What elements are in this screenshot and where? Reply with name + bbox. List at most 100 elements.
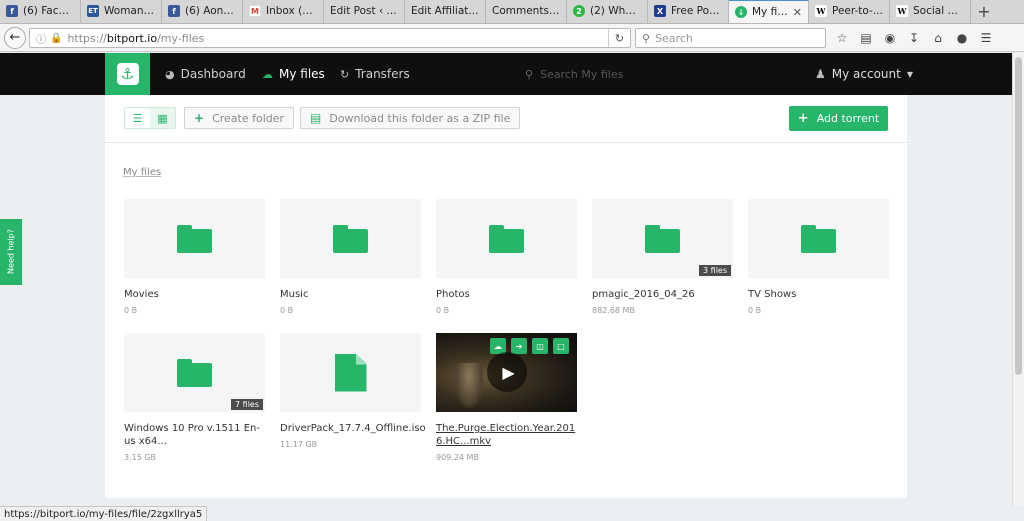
trash-icon[interactable]: ◫: [532, 338, 548, 354]
browser-tab[interactable]: Comments ...: [486, 0, 567, 23]
nav-transfers[interactable]: ↻ Transfers: [340, 53, 410, 95]
folder-icon: [645, 224, 680, 253]
folder-tile[interactable]: TV Shows 0 B: [748, 199, 889, 315]
select-checkbox-icon[interactable]: □: [553, 338, 569, 354]
item-name[interactable]: TV Shows: [748, 288, 889, 301]
pocket-icon[interactable]: ◉: [878, 28, 902, 48]
refresh-icon: ↻: [340, 67, 350, 81]
menu-icon[interactable]: ☰: [974, 28, 998, 48]
file-count-badge: 3 files: [699, 265, 731, 276]
search-icon: ⚲: [525, 67, 534, 81]
folder-tile[interactable]: Photos 0 B: [436, 199, 577, 315]
url-host: bitport.io: [106, 31, 158, 45]
item-size: 0 B: [748, 306, 762, 315]
folder-thumbnail[interactable]: [124, 199, 265, 278]
nav-dashboard[interactable]: ◕ Dashboard: [165, 53, 246, 95]
browser-tab[interactable]: W Social p...: [890, 0, 971, 23]
item-name[interactable]: Photos: [436, 288, 577, 301]
breadcrumb[interactable]: My files: [123, 167, 161, 178]
video-frame-image: [454, 363, 484, 408]
files-search-placeholder: Search My files: [540, 67, 624, 81]
file-tile[interactable]: DriverPack_17.7.4_Offline.iso 11.17 GB: [280, 333, 426, 449]
play-icon[interactable]: ▶: [487, 352, 527, 392]
tab-label: (6) Aonk...: [185, 5, 236, 17]
folder-tile[interactable]: Music 0 B: [280, 199, 421, 315]
create-folder-label: Create folder: [212, 111, 285, 125]
folder-icon: [801, 224, 836, 253]
bitport-logo[interactable]: ⚓: [105, 53, 150, 95]
browser-tab[interactable]: Edit Affiliat...: [405, 0, 486, 23]
item-size: 3.15 GB: [124, 453, 157, 462]
reading-list-icon[interactable]: ▤: [854, 28, 878, 48]
browser-tab[interactable]: f (6) Aonk...: [162, 0, 243, 23]
tab-label: My fil...: [752, 6, 790, 18]
browser-tab[interactable]: X Free Por...: [648, 0, 729, 23]
video-tile[interactable]: ☁ ➜ ◫ □ ▶ The.Purge.Election.Year.2016.H…: [436, 333, 577, 462]
folder-tile[interactable]: 7 files Windows 10 Pro v.1511 En-us x64.…: [124, 333, 265, 462]
info-icon: ⓘ: [36, 34, 46, 46]
tab-label: Free Por...: [671, 5, 722, 17]
folder-tile[interactable]: 3 files pmagic_2016_04_26 882.68 MB: [592, 199, 733, 315]
folder-thumbnail[interactable]: 3 files: [592, 199, 733, 278]
files-search-input[interactable]: ⚲ Search My files: [525, 66, 623, 82]
create-folder-button[interactable]: + Create folder: [184, 107, 295, 129]
folder-thumbnail[interactable]: 7 files: [124, 333, 265, 412]
folder-icon: [177, 358, 212, 387]
browser-tab[interactable]: M Inbox (1...: [243, 0, 324, 23]
grid-view-icon[interactable]: ▦: [150, 108, 175, 128]
folder-thumbnail[interactable]: [280, 199, 421, 278]
browser-tab[interactable]: W Peer-to-...: [809, 0, 890, 23]
item-name[interactable]: DriverPack_17.7.4_Offline.iso: [280, 422, 426, 435]
file-thumbnail[interactable]: [280, 333, 421, 412]
need-help-tab[interactable]: Need help?: [0, 219, 22, 285]
chat-icon[interactable]: ●: [950, 28, 974, 48]
browser-toolbar-icons: ☆ ▤ ◉ ↧ ⌂ ● ☰: [830, 28, 998, 48]
browser-tab[interactable]: f (6) Face...: [0, 0, 81, 23]
folder-thumbnail[interactable]: [436, 199, 577, 278]
new-tab-button[interactable]: +: [971, 0, 997, 23]
download-icon[interactable]: ↧: [902, 28, 926, 48]
file-icon: [334, 353, 367, 392]
scrollbar-thumb[interactable]: [1015, 57, 1022, 375]
browser-tab[interactable]: 2 (2) Wha...: [567, 0, 648, 23]
address-bar[interactable]: ⓘ 🔒 https://bitport.io/my-files ↻: [29, 28, 631, 48]
wikipedia-icon: W: [815, 5, 827, 17]
item-size: 0 B: [124, 306, 138, 315]
browser-tab[interactable]: ET Woman ...: [81, 0, 162, 23]
tab-label: Social p...: [913, 5, 964, 17]
back-button[interactable]: ←: [4, 26, 26, 49]
item-name[interactable]: Movies: [124, 288, 265, 301]
bookmark-star-icon[interactable]: ☆: [830, 28, 854, 48]
home-icon[interactable]: ⌂: [926, 28, 950, 48]
page-scrollbar[interactable]: [1012, 53, 1024, 506]
browser-tab-active[interactable]: ↓ My fil... ✕: [729, 0, 809, 23]
folder-icon: [177, 224, 212, 253]
item-name[interactable]: Music: [280, 288, 421, 301]
back-arrow-icon: ←: [9, 30, 21, 45]
item-name[interactable]: pmagic_2016_04_26: [592, 288, 733, 301]
tab-label: Comments ...: [492, 5, 560, 17]
download-zip-button[interactable]: ▤ Download this folder as a ZIP file: [300, 107, 521, 129]
item-size: 0 B: [436, 306, 450, 315]
add-torrent-button[interactable]: + Add torrent: [789, 106, 888, 131]
list-view-icon[interactable]: ☰: [125, 108, 150, 128]
whatsapp-icon: 2: [573, 5, 585, 17]
et-icon: ET: [87, 5, 99, 17]
files-panel: ☰ ▦ + Create folder ▤ Download this folder…: [105, 95, 907, 498]
browser-search-input[interactable]: ⚲ Search: [635, 28, 826, 48]
item-name[interactable]: Windows 10 Pro v.1511 En-us x64...: [124, 422, 262, 448]
close-tab-icon[interactable]: ✕: [793, 6, 802, 19]
item-size: 11.17 GB: [280, 440, 318, 449]
nav-my-files[interactable]: ☁ My files: [262, 53, 325, 95]
reload-icon[interactable]: ↻: [608, 29, 630, 47]
tab-label: (6) Face...: [23, 5, 74, 17]
browser-tab[interactable]: Edit Post ‹ ...: [324, 0, 405, 23]
video-thumbnail[interactable]: ☁ ➜ ◫ □ ▶: [436, 333, 577, 412]
share-icon[interactable]: ➜: [511, 338, 527, 354]
tab-label: Peer-to-...: [832, 5, 883, 17]
account-menu[interactable]: ♟ My account ▼: [815, 53, 913, 95]
item-name[interactable]: The.Purge.Election.Year.2016.HC...mkv: [436, 422, 576, 448]
folder-thumbnail[interactable]: [748, 199, 889, 278]
browser-navbar: ← ⓘ 🔒 https://bitport.io/my-files ↻ ⚲ Se…: [0, 24, 1024, 52]
folder-tile[interactable]: Movies 0 B: [124, 199, 265, 315]
